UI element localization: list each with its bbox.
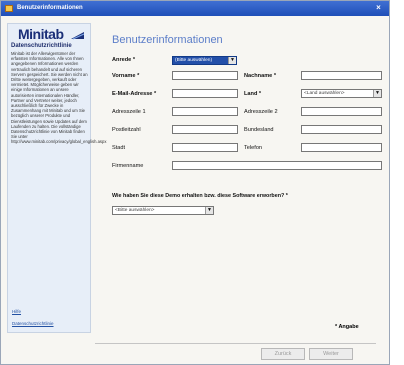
telefon-input[interactable] [301,143,382,152]
acquisition-select-value: <Bitte auswählen> [115,208,155,213]
chevron-down-icon: ▼ [205,207,213,214]
acquisition-select[interactable]: <Bitte auswählen> ▼ [112,206,214,215]
email-label: E-Mail-Adresse * [112,91,157,97]
adresse2-label: Adresszeile 2 [244,109,278,115]
dialog-window: Benutzerinformationen × Minitab Datensch… [0,0,390,365]
postleitzahl-input[interactable] [172,125,238,134]
firmenname-label: Firmenname [112,163,144,169]
anrede-select-value: (Bitte auswählen) [175,58,213,63]
minitab-logo: Minitab [18,26,64,42]
vorname-input[interactable] [172,71,238,80]
adresse1-input[interactable] [172,107,238,116]
land-select[interactable]: <Land auswählen> ▼ [301,89,382,98]
logo-mark-icon [71,32,84,40]
adresse2-input[interactable] [301,107,382,116]
privacy-policy-link[interactable]: Datenschutzrichtlinie [12,321,54,326]
window-title: Benutzerinformationen [17,5,83,11]
sidebar-panel: Minitab Datenschutzrichtlinie Minitab is… [7,23,107,333]
email-input[interactable] [172,89,238,98]
bundesland-label: Bundesland [244,127,274,133]
bundesland-input[interactable] [301,125,382,134]
help-link[interactable]: Hilfe [12,309,21,314]
required-note: * Angabe [335,324,359,330]
close-button[interactable]: × [373,2,384,14]
firmenname-input[interactable] [172,161,382,170]
stadt-label: Stadt [112,145,126,151]
app-icon [5,5,13,12]
nachname-label: Nachname * [244,73,277,79]
chevron-down-icon: ▼ [373,90,381,97]
postleitzahl-label: Postleitzahl [112,127,141,133]
anrede-select[interactable]: (Bitte auswählen) ▼ [172,56,237,65]
telefon-label: Telefon [244,145,263,151]
acquisition-question: Wie haben Sie diese Demo erhalten bzw. d… [112,193,288,199]
vorname-label: Vorname * [112,73,140,79]
adresse1-label: Adresszeile 1 [112,109,146,115]
chevron-down-icon: ▼ [228,57,236,64]
anrede-label: Anrede * [112,57,136,63]
title-bar: Benutzerinformationen × [1,1,389,16]
stadt-input[interactable] [172,143,238,152]
next-button[interactable]: Weiter [309,348,353,360]
nachname-input[interactable] [301,71,382,80]
privacy-text: Minitab ist der Allerwigentümer der erfa… [11,51,107,145]
bottom-separator [95,343,376,344]
page-title: Benutzerinformationen [112,34,223,46]
privacy-heading: Datenschutzrichtlinie [11,43,72,49]
land-label: Land * [244,91,262,97]
land-select-value: <Land auswählen> [304,91,345,96]
back-button[interactable]: Zurück [261,348,305,360]
